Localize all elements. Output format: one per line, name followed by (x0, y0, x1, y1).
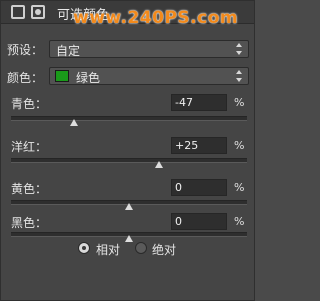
yellow-value: 0 (175, 181, 182, 194)
updown-arrows-icon (236, 43, 243, 55)
colors-value: 绿色 (76, 71, 101, 85)
cyan-input[interactable]: -47 (171, 94, 227, 111)
preset-value: 自定 (56, 44, 81, 58)
cyan-value: -47 (175, 96, 193, 109)
magenta-percent: % (234, 139, 245, 152)
magenta-slider-track[interactable] (11, 158, 247, 163)
black-input[interactable]: 0 (171, 213, 227, 230)
yellow-percent: % (234, 181, 245, 194)
watermark-logo: www.240PS.com (73, 8, 239, 28)
colors-dropdown[interactable]: 绿色 (49, 67, 249, 85)
magenta-input[interactable]: +25 (171, 137, 227, 154)
adjustment-layer-icon[interactable] (11, 5, 25, 19)
cyan-label: 青色： (11, 97, 48, 111)
black-label: 黑色： (11, 216, 48, 230)
magenta-slider-thumb[interactable] (154, 161, 163, 168)
yellow-input[interactable]: 0 (171, 179, 227, 196)
layer-mask-icon[interactable] (31, 5, 45, 19)
cyan-percent: % (234, 96, 245, 109)
absolute-label[interactable]: 绝对 (152, 241, 176, 258)
method-radio-group: 相对 绝对 (1, 241, 254, 257)
yellow-slider-thumb[interactable] (125, 203, 133, 210)
preset-dropdown[interactable]: 自定 (49, 40, 249, 58)
yellow-label: 黄色： (11, 182, 48, 196)
absolute-radio[interactable] (135, 242, 147, 254)
cyan-slider-track[interactable] (11, 116, 247, 121)
relative-label[interactable]: 相对 (96, 241, 120, 258)
color-swatch (55, 70, 69, 82)
relative-radio[interactable] (78, 242, 90, 254)
magenta-value: +25 (175, 139, 199, 152)
black-percent: % (234, 215, 245, 228)
cyan-slider-thumb[interactable] (69, 119, 78, 126)
preset-label: 预设： (7, 43, 44, 57)
magenta-label: 洋红： (11, 140, 48, 154)
black-value: 0 (175, 215, 182, 228)
properties-panel: 可选颜色 www.240PS.com 预设： 自定 颜色： 绿色 青色： -47… (0, 0, 255, 301)
panel-title-bar: 可选颜色 www.240PS.com (1, 1, 254, 28)
updown-arrows-icon (236, 70, 243, 82)
colors-label: 颜色： (7, 71, 44, 85)
